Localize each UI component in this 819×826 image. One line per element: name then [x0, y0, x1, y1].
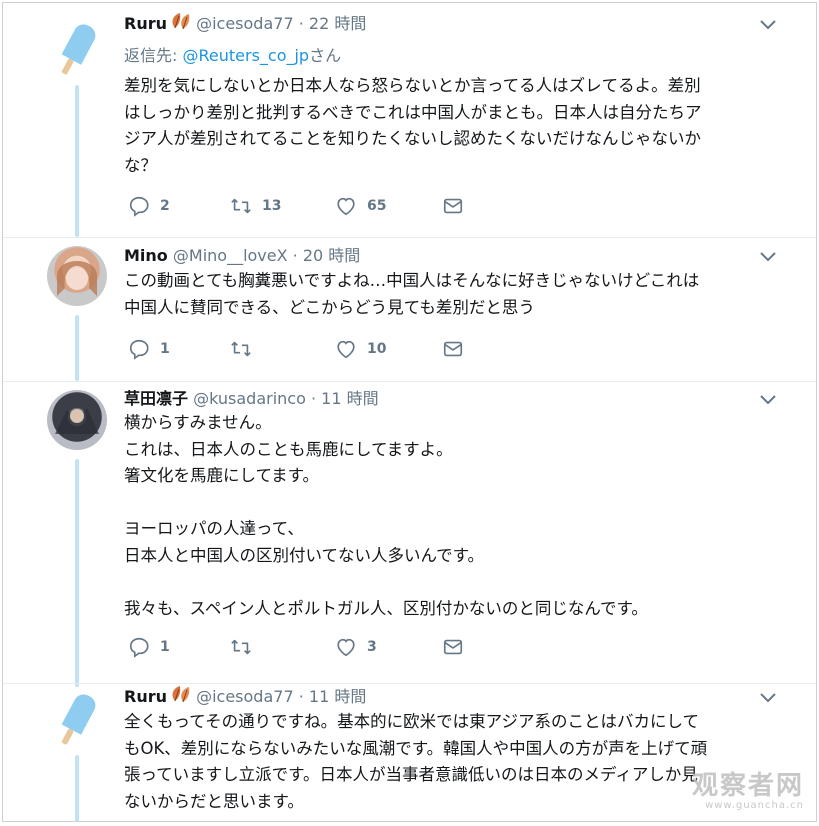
chevron-down-icon[interactable] [760, 693, 776, 703]
leaf-emoji-icon [169, 685, 191, 710]
timestamp[interactable]: 11 時間 [309, 687, 366, 706]
tweet-header: Ruru @icesoda77 · 11 時間 [124, 685, 366, 709]
popsicle-avatar-icon[interactable] [47, 689, 107, 749]
watermark-title: 观察者网 [691, 771, 804, 801]
tweet-text: 全くもってその通りですね。基本的に欧米では東アジア系のことはバカにして もOK、… [124, 712, 708, 811]
separator-dot: · [298, 687, 304, 706]
tweet-thread: Ruru @icesoda77 · 22 時間 返信先: @Reuters_co… [2, 2, 817, 822]
watermark-url: www.guancha.cn [705, 800, 804, 811]
site-watermark: 观察者网 www.guancha.cn [692, 772, 804, 811]
user-handle[interactable]: @icesoda77 [196, 687, 294, 706]
display-name[interactable]: Ruru [124, 687, 167, 706]
tweet[interactable]: Ruru @icesoda77 · 11 時間 全くもってその通りですね。基本的… [3, 3, 816, 821]
